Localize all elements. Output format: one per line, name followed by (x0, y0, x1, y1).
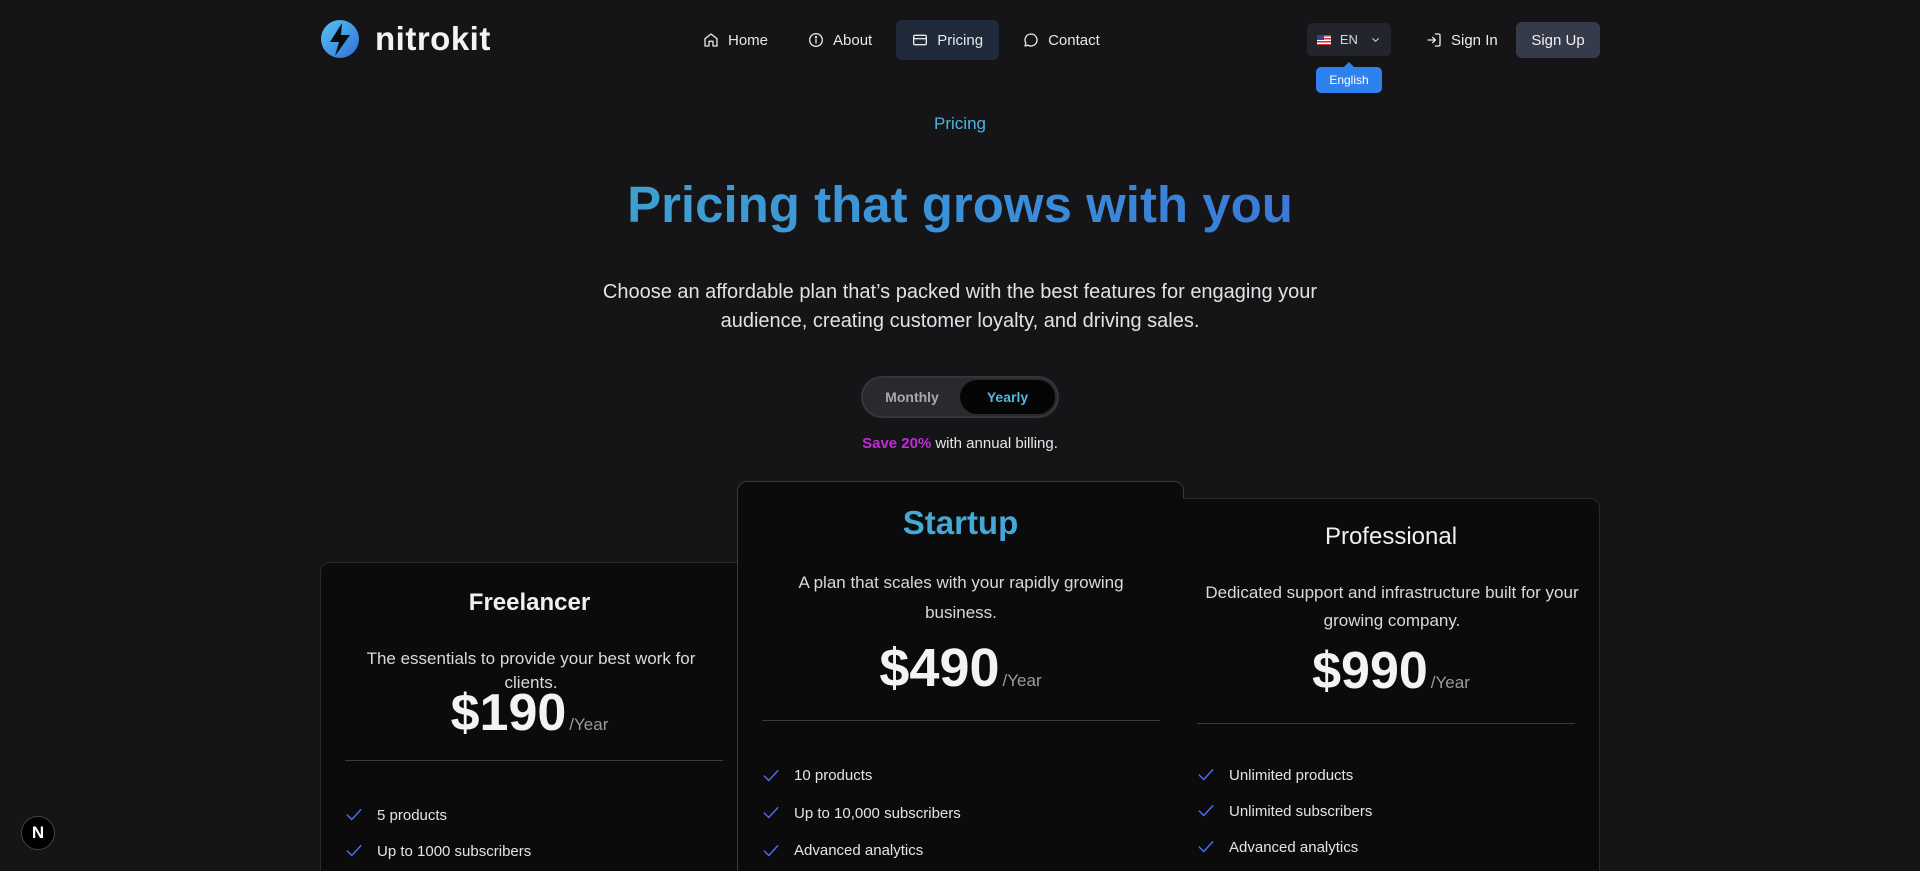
plan-divider (345, 760, 723, 761)
lightning-bolt-logo-icon (321, 20, 359, 58)
nav-contact-label: Contact (1048, 31, 1100, 49)
nav-pricing[interactable]: Pricing (896, 20, 1000, 60)
plan-description: A plan that scales with your rapidly gro… (798, 573, 1124, 622)
sign-up-button[interactable]: Sign Up (1516, 22, 1600, 58)
plan-card-freelancer: Freelancer The essentials to provide you… (320, 562, 738, 871)
credit-card-icon (913, 34, 928, 46)
site-header: nitrokit Home About Pricing Contact EN E… (0, 0, 1920, 93)
plan-description: Dedicated support and infrastructure bui… (1205, 583, 1579, 630)
plan-feature-list: 10 products Up to 10,000 subscribers Adv… (762, 757, 961, 870)
feature-item: Unlimited products (1197, 757, 1372, 793)
savings-text: with annual billing. (935, 435, 1058, 452)
brand-name: nitrokit (375, 20, 491, 57)
plan-name: Startup (902, 504, 1019, 541)
nav-home[interactable]: Home (687, 20, 784, 60)
nextjs-dev-indicator-button[interactable]: N (21, 816, 55, 850)
home-icon (704, 33, 718, 47)
plan-card-professional: Professional Dedicated support and infra… (1183, 498, 1600, 871)
nav-pricing-label: Pricing (937, 31, 984, 49)
billing-monthly-option[interactable]: Monthly (866, 380, 958, 414)
chevron-down-icon (1372, 37, 1379, 42)
plan-price: $190 /Year (321, 683, 738, 743)
check-icon (763, 769, 779, 781)
feature-item: Advanced analytics (762, 832, 961, 870)
savings-highlight: Save 20% (862, 435, 932, 452)
plan-name: Professional (1324, 523, 1458, 550)
language-tooltip: English (1316, 62, 1382, 93)
pricing-page: nitrokit Home About Pricing Contact EN E… (0, 0, 1920, 871)
feature-text: Advanced analytics (1229, 838, 1359, 856)
check-icon (763, 807, 779, 819)
check-icon (763, 844, 779, 856)
nav-about-label: About (833, 31, 873, 49)
brand-logo[interactable]: nitrokit (320, 18, 491, 60)
plan-price: $490 /Year (738, 637, 1183, 699)
feature-item: Up to 10,000 subscribers (762, 795, 961, 833)
feature-item: Unlimited subscribers (1197, 793, 1372, 829)
plan-divider (1197, 723, 1575, 724)
plan-card-startup: Startup A plan that scales with your rap… (737, 481, 1184, 871)
plan-price-period: /Year (1002, 671, 1042, 690)
feature-item: 5 products (345, 797, 531, 833)
feature-item: Advanced analytics (1197, 829, 1372, 865)
page-title: Pricing that grows with you (0, 172, 1920, 238)
check-icon (1198, 805, 1214, 817)
annual-savings-note: Save 20% with annual billing. (0, 435, 1920, 452)
feature-text: Advanced analytics (794, 842, 924, 860)
page-title-text: Pricing that grows with you (627, 176, 1293, 233)
section-eyebrow: Pricing (934, 114, 986, 133)
plan-feature-list: Unlimited products Unlimited subscribers… (1197, 757, 1372, 865)
plan-price-amount: $490 (879, 638, 1000, 698)
sign-in-label: Sign In (1451, 31, 1498, 49)
language-code: EN (1339, 32, 1358, 47)
feature-item: 10 products (762, 757, 961, 795)
feature-item: Up to 1000 subscribers (345, 833, 531, 869)
plan-price-amount: $190 (450, 684, 567, 742)
nav-about[interactable]: About (792, 20, 888, 60)
check-icon (346, 809, 362, 821)
check-icon (346, 845, 362, 857)
plan-price-amount: $990 (1312, 642, 1428, 700)
nav-home-label: Home (728, 31, 769, 49)
us-flag-icon (1317, 34, 1331, 45)
plan-divider (762, 720, 1160, 721)
language-selector[interactable]: EN (1307, 23, 1391, 56)
check-icon (1198, 841, 1214, 853)
plan-feature-list: 5 products Up to 1000 subscribers (345, 797, 531, 869)
nav-contact[interactable]: Contact (1007, 20, 1116, 60)
plan-name: Freelancer (468, 589, 591, 616)
feature-text: Unlimited products (1229, 766, 1354, 784)
plan-price-period: /Year (1430, 673, 1470, 692)
plan-price: $990 /Year (1183, 641, 1599, 701)
feature-text: 5 products (377, 806, 448, 824)
main-nav: Home About Pricing Contact (687, 20, 1124, 60)
feature-text: Up to 10,000 subscribers (794, 804, 961, 822)
plan-price-period: /Year (569, 715, 609, 734)
sign-in-link[interactable]: Sign In (1426, 22, 1498, 58)
feature-text: Unlimited subscribers (1229, 802, 1373, 820)
log-in-icon (1427, 33, 1441, 47)
check-icon (1198, 769, 1214, 781)
info-icon (809, 33, 824, 47)
feature-text: 10 products (794, 767, 873, 785)
page-subtitle: Choose an affordable plan that’s packed … (602, 281, 1318, 332)
message-circle-icon (1024, 33, 1038, 47)
billing-yearly-option[interactable]: Yearly (960, 380, 1055, 414)
billing-toggle: Monthly Yearly (861, 376, 1059, 418)
feature-text: Up to 1000 subscribers (377, 842, 532, 860)
